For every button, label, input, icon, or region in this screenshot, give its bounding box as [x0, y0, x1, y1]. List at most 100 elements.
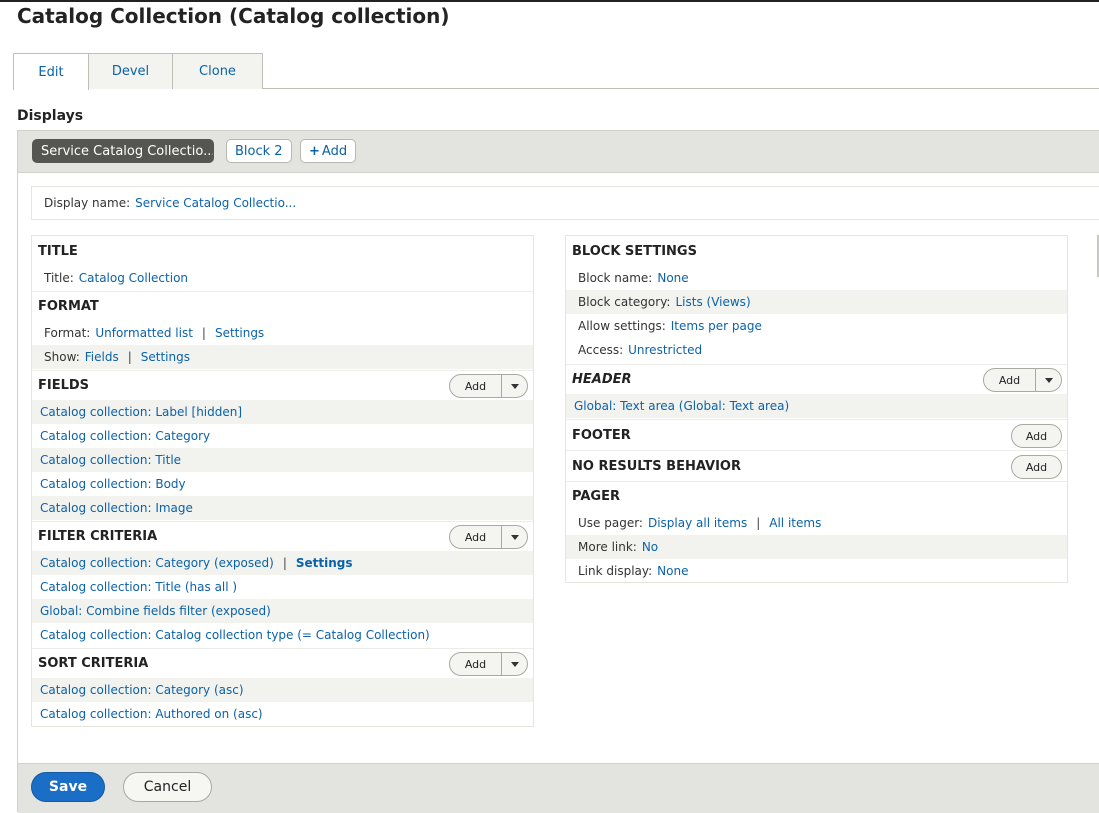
more-link-link[interactable]: No: [642, 540, 658, 554]
filter-add-group: Add: [449, 525, 528, 549]
block-category-link[interactable]: Lists (Views): [675, 295, 750, 309]
title-value-link[interactable]: Catalog Collection: [79, 271, 188, 285]
filter-settings-link[interactable]: Settings: [296, 556, 353, 570]
display-tab-block-2[interactable]: Block 2: [226, 139, 292, 163]
allow-settings-label: Allow settings:: [578, 319, 666, 333]
tab-edit[interactable]: Edit: [13, 53, 89, 90]
access-link[interactable]: Unrestricted: [628, 343, 702, 357]
format-value-link[interactable]: Unformatted list: [95, 326, 193, 340]
show-label: Show:: [44, 350, 80, 364]
field-link[interactable]: Catalog collection: Body: [40, 477, 186, 491]
link-display-row: Link display: None: [566, 559, 1067, 583]
list-item: Catalog collection: Category (asc): [32, 678, 533, 702]
fields-add-group: Add: [449, 374, 528, 398]
chevron-down-icon: [510, 661, 519, 667]
section-sort-heading: SORT CRITERIA Add: [32, 648, 533, 678]
list-item: Catalog collection: Category (exposed) |…: [32, 551, 533, 575]
format-label: Format:: [44, 326, 91, 340]
sort-link[interactable]: Catalog collection: Authored on (asc): [40, 707, 263, 721]
access-row: Access: Unrestricted: [566, 338, 1067, 362]
more-link-row: More link: No: [566, 535, 1067, 559]
pager-options-link[interactable]: All items: [769, 516, 821, 530]
field-link[interactable]: Catalog collection: Image: [40, 501, 193, 515]
tab-devel[interactable]: Devel: [88, 53, 173, 89]
tab-clone[interactable]: Clone: [172, 53, 263, 89]
chevron-down-icon: [510, 383, 519, 389]
list-item: Catalog collection: Title: [32, 448, 533, 472]
block-name-label: Block name:: [578, 271, 653, 285]
field-link[interactable]: Catalog collection: Title: [40, 453, 181, 467]
block-category-label: Block category:: [578, 295, 671, 309]
list-item: Catalog collection: Category: [32, 424, 533, 448]
cancel-button[interactable]: Cancel: [123, 772, 212, 802]
link-display-link[interactable]: None: [657, 564, 688, 578]
section-block-settings-heading: BLOCK SETTINGS: [572, 243, 697, 259]
access-label: Access:: [578, 343, 624, 357]
section-filter-heading: FILTER CRITERIA Add: [32, 521, 533, 551]
fields-add-dropdown[interactable]: [501, 375, 527, 397]
left-column: TITLE Title: Catalog Collection FORMAT F…: [31, 235, 534, 727]
filter-link[interactable]: Catalog collection: Catalog collection t…: [40, 628, 430, 642]
display-name-row: Display name: Service Catalog Collectio.…: [31, 186, 1099, 220]
show-value-link[interactable]: Fields: [85, 350, 119, 364]
use-pager-row: Use pager: Display all items | All items: [578, 516, 822, 530]
section-pager-heading: PAGER: [566, 481, 1067, 511]
header-add-button[interactable]: Add: [984, 369, 1035, 391]
chevron-down-icon: [1044, 377, 1053, 383]
display-tab-service-catalog[interactable]: Service Catalog Collectio...: [32, 139, 214, 163]
field-link[interactable]: Catalog collection: Label [hidden]: [40, 405, 242, 419]
list-item: Catalog collection: Catalog collection t…: [32, 623, 533, 647]
use-pager-link[interactable]: Display all items: [648, 516, 747, 530]
header-heading-text: HEADER: [572, 372, 632, 387]
fields-add-button[interactable]: Add: [450, 375, 501, 397]
block-name-link[interactable]: None: [657, 271, 688, 285]
filter-link[interactable]: Global: Combine fields filter (exposed): [40, 604, 271, 618]
section-header-heading: HEADER Add: [566, 364, 1067, 394]
list-item: Catalog collection: Body: [32, 472, 533, 496]
list-item: Catalog collection: Title (has all ): [32, 575, 533, 599]
list-item: Global: Combine fields filter (exposed): [32, 599, 533, 623]
filter-heading-text: FILTER CRITERIA: [38, 529, 158, 544]
link-display-label: Link display:: [578, 564, 653, 578]
plus-icon: +: [309, 143, 320, 159]
add-display-button[interactable]: + Add: [300, 139, 357, 163]
format-settings-link[interactable]: Settings: [215, 326, 264, 340]
section-fields-heading: FIELDS Add: [32, 370, 533, 400]
add-display-label: Add: [321, 143, 348, 159]
primary-tabs: Edit Devel Clone: [13, 53, 1099, 90]
block-name-row: Block name: None: [566, 266, 1067, 290]
title-row: Title: Catalog Collection: [32, 266, 533, 290]
section-no-results-heading: NO RESULTS BEHAVIOR Add: [566, 450, 1067, 481]
allow-settings-link[interactable]: Items per page: [671, 319, 762, 333]
sort-heading-text: SORT CRITERIA: [38, 656, 149, 671]
section-format-heading: FORMAT: [32, 291, 533, 321]
display-tabs-bar: Service Catalog Collectio... Block 2 + Ad…: [18, 131, 1099, 173]
filter-add-button[interactable]: Add: [450, 526, 501, 548]
block-category-row: Block category: Lists (Views): [566, 290, 1067, 314]
list-item: Global: Text area (Global: Text area): [566, 394, 1067, 418]
show-settings-link[interactable]: Settings: [141, 350, 190, 364]
header-add-dropdown[interactable]: [1035, 369, 1061, 391]
display-name-link[interactable]: Service Catalog Collectio...: [135, 196, 296, 210]
sort-add-dropdown[interactable]: [501, 653, 527, 675]
more-link-label: More link:: [578, 540, 637, 554]
filter-link[interactable]: Catalog collection: Category (exposed): [40, 556, 274, 570]
filter-add-dropdown[interactable]: [501, 526, 527, 548]
section-title-heading: TITLE: [38, 243, 78, 259]
filter-link[interactable]: Catalog collection: Title (has all ): [40, 580, 237, 594]
fields-heading-text: FIELDS: [38, 378, 90, 393]
header-add-group: Add: [983, 368, 1062, 392]
section-footer-heading: FOOTER Add: [566, 419, 1067, 450]
no-results-add-button[interactable]: Add: [1011, 455, 1062, 479]
footer-add-button[interactable]: Add: [1011, 424, 1062, 448]
page-title: Catalog Collection (Catalog collection): [17, 4, 450, 28]
header-item-link[interactable]: Global: Text area (Global: Text area): [574, 399, 789, 413]
field-link[interactable]: Catalog collection: Category: [40, 429, 210, 443]
form-actions: Save Cancel: [18, 763, 1099, 813]
sort-add-button[interactable]: Add: [450, 653, 501, 675]
sort-link[interactable]: Catalog collection: Category (asc): [40, 683, 244, 697]
list-item: Catalog collection: Label [hidden]: [32, 400, 533, 424]
display-name-label: Display name:: [44, 196, 131, 210]
title-label: Title:: [44, 271, 74, 285]
save-button[interactable]: Save: [31, 772, 105, 802]
